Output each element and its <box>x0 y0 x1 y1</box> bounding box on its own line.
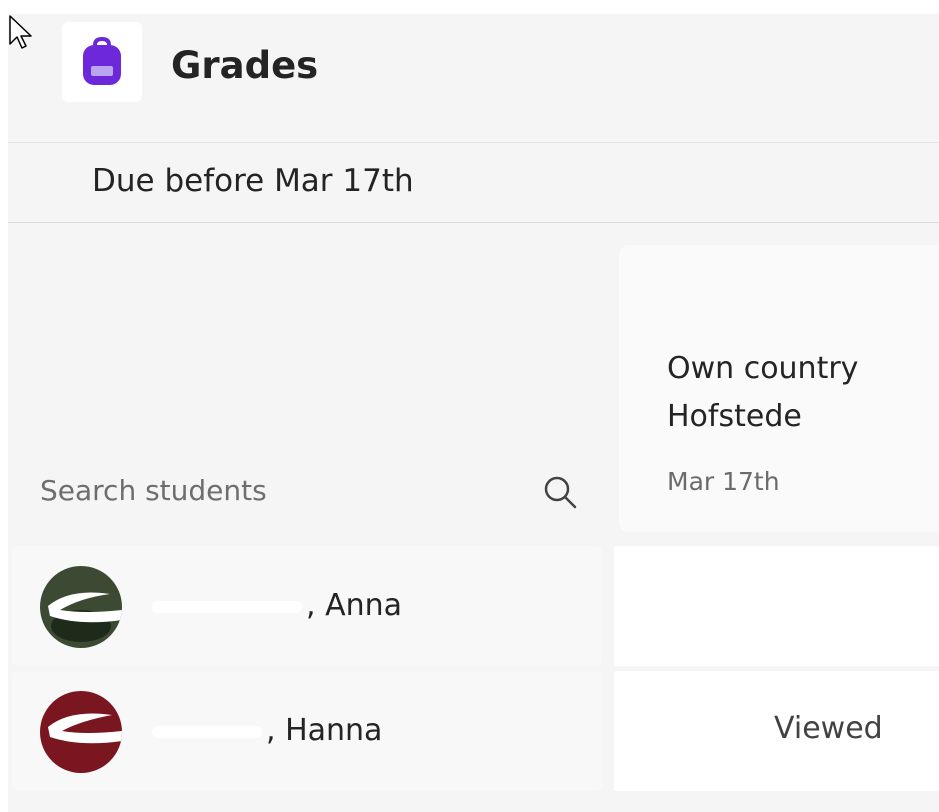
redaction-mark <box>152 725 262 738</box>
grade-cell[interactable] <box>614 546 939 666</box>
student-row[interactable]: , Hanna <box>12 671 602 791</box>
due-label: Due before Mar 17th <box>92 163 414 199</box>
grade-cell[interactable]: Viewed <box>614 671 939 791</box>
app-header: Grades <box>8 14 939 143</box>
assignment-date: Mar 17th <box>667 467 780 496</box>
submission-status: Viewed <box>774 711 883 746</box>
backpack-icon <box>83 37 121 85</box>
student-row[interactable]: , Anna <box>12 546 602 666</box>
due-filter-bar: Due before Mar 17th <box>8 143 939 223</box>
top-strip <box>0 0 939 14</box>
search-input[interactable] <box>30 460 520 520</box>
search-students <box>30 460 590 520</box>
search-icon[interactable] <box>540 472 580 512</box>
student-name: , Hanna <box>152 713 382 748</box>
avatar <box>40 691 122 773</box>
app-title: Grades <box>171 44 319 87</box>
mouse-cursor-icon <box>9 15 32 49</box>
avatar <box>40 566 122 648</box>
left-edge <box>0 0 8 812</box>
redaction-mark <box>152 600 302 613</box>
assignment-column-header[interactable]: Own country Hofstede Mar 17th <box>619 245 939 532</box>
assignment-title: Own country Hofstede <box>667 351 859 434</box>
app-icon-tile[interactable] <box>62 22 142 102</box>
student-name: , Anna <box>152 588 402 623</box>
